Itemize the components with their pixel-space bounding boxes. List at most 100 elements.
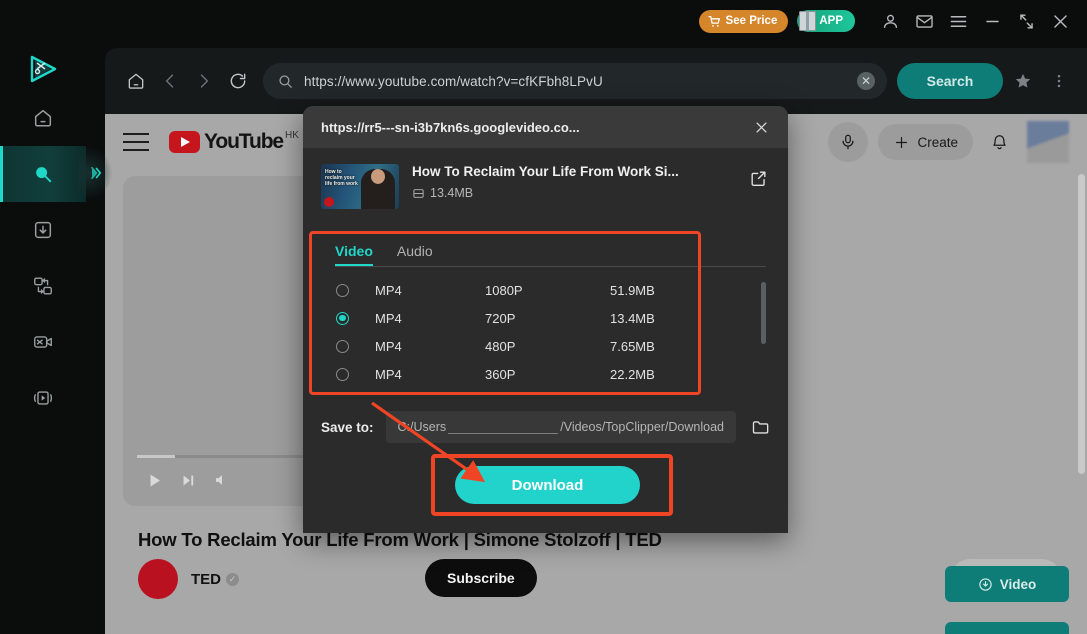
verified-badge-icon: ✓ [226, 572, 239, 586]
search-button[interactable]: Search [897, 63, 1003, 99]
download-bgm-button[interactable]: BGM / Music [945, 622, 1069, 634]
youtube-region-label: HK [285, 130, 299, 141]
format-list-scrollbar[interactable] [761, 282, 766, 344]
download-icon [979, 577, 992, 591]
download-button[interactable]: Download [455, 466, 640, 504]
format-quality: 1080P [485, 282, 523, 298]
page-scrollbar[interactable] [1078, 174, 1085, 474]
see-price-button[interactable]: See Price [698, 9, 789, 33]
subscribe-button[interactable]: Subscribe [425, 559, 537, 597]
window-title-bar: See Price APP [0, 0, 1087, 42]
app-badge-label: APP [819, 15, 843, 27]
youtube-logo[interactable]: YouTube HK [169, 130, 299, 153]
table-row[interactable]: MP4 720P 13.4MB [317, 304, 772, 332]
format-ext: MP4 [375, 338, 402, 354]
clear-address-icon[interactable]: ✕ [857, 72, 875, 90]
notifications-icon[interactable] [979, 122, 1019, 162]
format-quality: 360P [485, 366, 516, 382]
dialog-video-title: How To Reclaim Your Life From Work Si... [412, 164, 679, 179]
table-row[interactable]: MP4 480P 7.65MB [317, 332, 772, 360]
account-icon[interactable] [873, 4, 907, 38]
format-size: 51.9MB [610, 282, 655, 298]
download-video-label: Video [999, 576, 1037, 592]
format-size: 7.65MB [610, 338, 655, 354]
youtube-logo-text: YouTube [204, 130, 284, 153]
format-quality: 720P [485, 310, 516, 326]
download-dialog: https://rr5---sn-i3b7kn6s.googlevideo.co… [303, 106, 788, 533]
save-to-label: Save to: [321, 419, 374, 435]
sidebar-item-search[interactable] [0, 146, 86, 202]
format-tabs: Video Audio [317, 232, 772, 266]
save-path-field[interactable]: C:/Users /Videos/TopClipper/Download [385, 411, 736, 443]
cart-icon [707, 15, 720, 27]
back-icon[interactable] [153, 64, 187, 98]
sidebar-item-home[interactable] [0, 90, 86, 146]
table-row[interactable]: MP4 360P 22.2MB [317, 360, 772, 388]
save-path-redacted [448, 421, 559, 434]
play-icon[interactable] [137, 463, 171, 497]
radio-icon[interactable] [336, 367, 349, 381]
reload-icon[interactable] [221, 64, 255, 98]
table-row[interactable]: MP4 1080P 51.9MB [317, 276, 772, 304]
edit-square-icon[interactable] [744, 164, 772, 192]
plus-icon [896, 136, 908, 148]
file-size-icon [413, 188, 424, 198]
star-icon[interactable] [1007, 64, 1039, 98]
channel-row: TED ✓ [138, 559, 239, 599]
save-path-suffix: /Videos/TopClipper/Download [560, 420, 724, 434]
tabs-divider [335, 266, 766, 267]
youtube-create-button[interactable]: Create [878, 124, 973, 160]
mail-icon[interactable] [907, 4, 941, 38]
address-bar[interactable]: https://www.youtube.com/watch?v=cfKFbh8L… [263, 63, 887, 99]
radio-icon[interactable] [336, 311, 349, 325]
dialog-video-size-row: 13.4MB [412, 186, 744, 200]
home-icon[interactable] [119, 64, 153, 98]
video-thumbnail: How to reclaim your life from work [321, 164, 399, 209]
app-logo-icon[interactable] [26, 52, 60, 86]
youtube-play-icon [169, 131, 200, 153]
close-icon[interactable] [1043, 4, 1077, 38]
folder-icon[interactable] [746, 412, 776, 442]
ted-logo-icon [324, 197, 334, 207]
app-sidebar [0, 42, 112, 634]
youtube-menu-icon[interactable] [123, 133, 149, 151]
sidebar-item-video-record[interactable] [0, 314, 86, 370]
channel-name[interactable]: TED [191, 571, 221, 588]
close-icon[interactable] [748, 114, 774, 140]
app-badge-button[interactable]: APP [797, 10, 855, 32]
dialog-video-size: 13.4MB [430, 186, 474, 200]
tab-video[interactable]: Video [335, 243, 373, 266]
forward-icon[interactable] [187, 64, 221, 98]
channel-avatar[interactable] [138, 559, 178, 599]
address-bar-text[interactable]: https://www.youtube.com/watch?v=cfKFbh8L… [304, 74, 857, 89]
chevron-right-icon [91, 166, 102, 180]
sidebar-item-download[interactable] [0, 202, 86, 258]
gift-icon [799, 11, 817, 31]
save-location-row: Save to: C:/Users /Videos/TopClipper/Dow… [321, 410, 776, 444]
minimize-icon[interactable] [975, 4, 1009, 38]
volume-icon[interactable] [205, 463, 239, 497]
download-video-button[interactable]: Video [945, 566, 1069, 602]
sidebar-item-convert[interactable] [0, 258, 86, 314]
format-size: 13.4MB [610, 310, 655, 326]
format-selection-area: Video Audio MP4 1080P 51.9MB MP4 720P 13… [317, 232, 772, 382]
search-icon [277, 73, 294, 90]
more-vertical-icon[interactable] [1043, 64, 1075, 98]
create-label: Create [917, 134, 958, 150]
dialog-header: https://rr5---sn-i3b7kn6s.googlevideo.co… [303, 106, 788, 148]
thumbnail-head [371, 169, 385, 184]
thumbnail-overlay-text: How to reclaim your life from work [325, 169, 358, 187]
menu-icon[interactable] [941, 4, 975, 38]
radio-icon[interactable] [336, 283, 349, 297]
dialog-meta: How To Reclaim Your Life From Work Si...… [412, 164, 744, 200]
avatar[interactable] [1027, 121, 1069, 163]
browser-toolbar: https://www.youtube.com/watch?v=cfKFbh8L… [105, 48, 1087, 114]
radio-icon[interactable] [336, 339, 349, 353]
restore-icon[interactable] [1009, 4, 1043, 38]
voice-search-icon[interactable] [828, 122, 869, 162]
sidebar-item-player[interactable] [0, 370, 86, 426]
tab-audio[interactable]: Audio [397, 243, 433, 266]
sidebar-collapse-toggle[interactable] [78, 147, 112, 199]
next-icon[interactable] [171, 463, 205, 497]
dialog-source-url: https://rr5---sn-i3b7kn6s.googlevideo.co… [321, 119, 580, 135]
